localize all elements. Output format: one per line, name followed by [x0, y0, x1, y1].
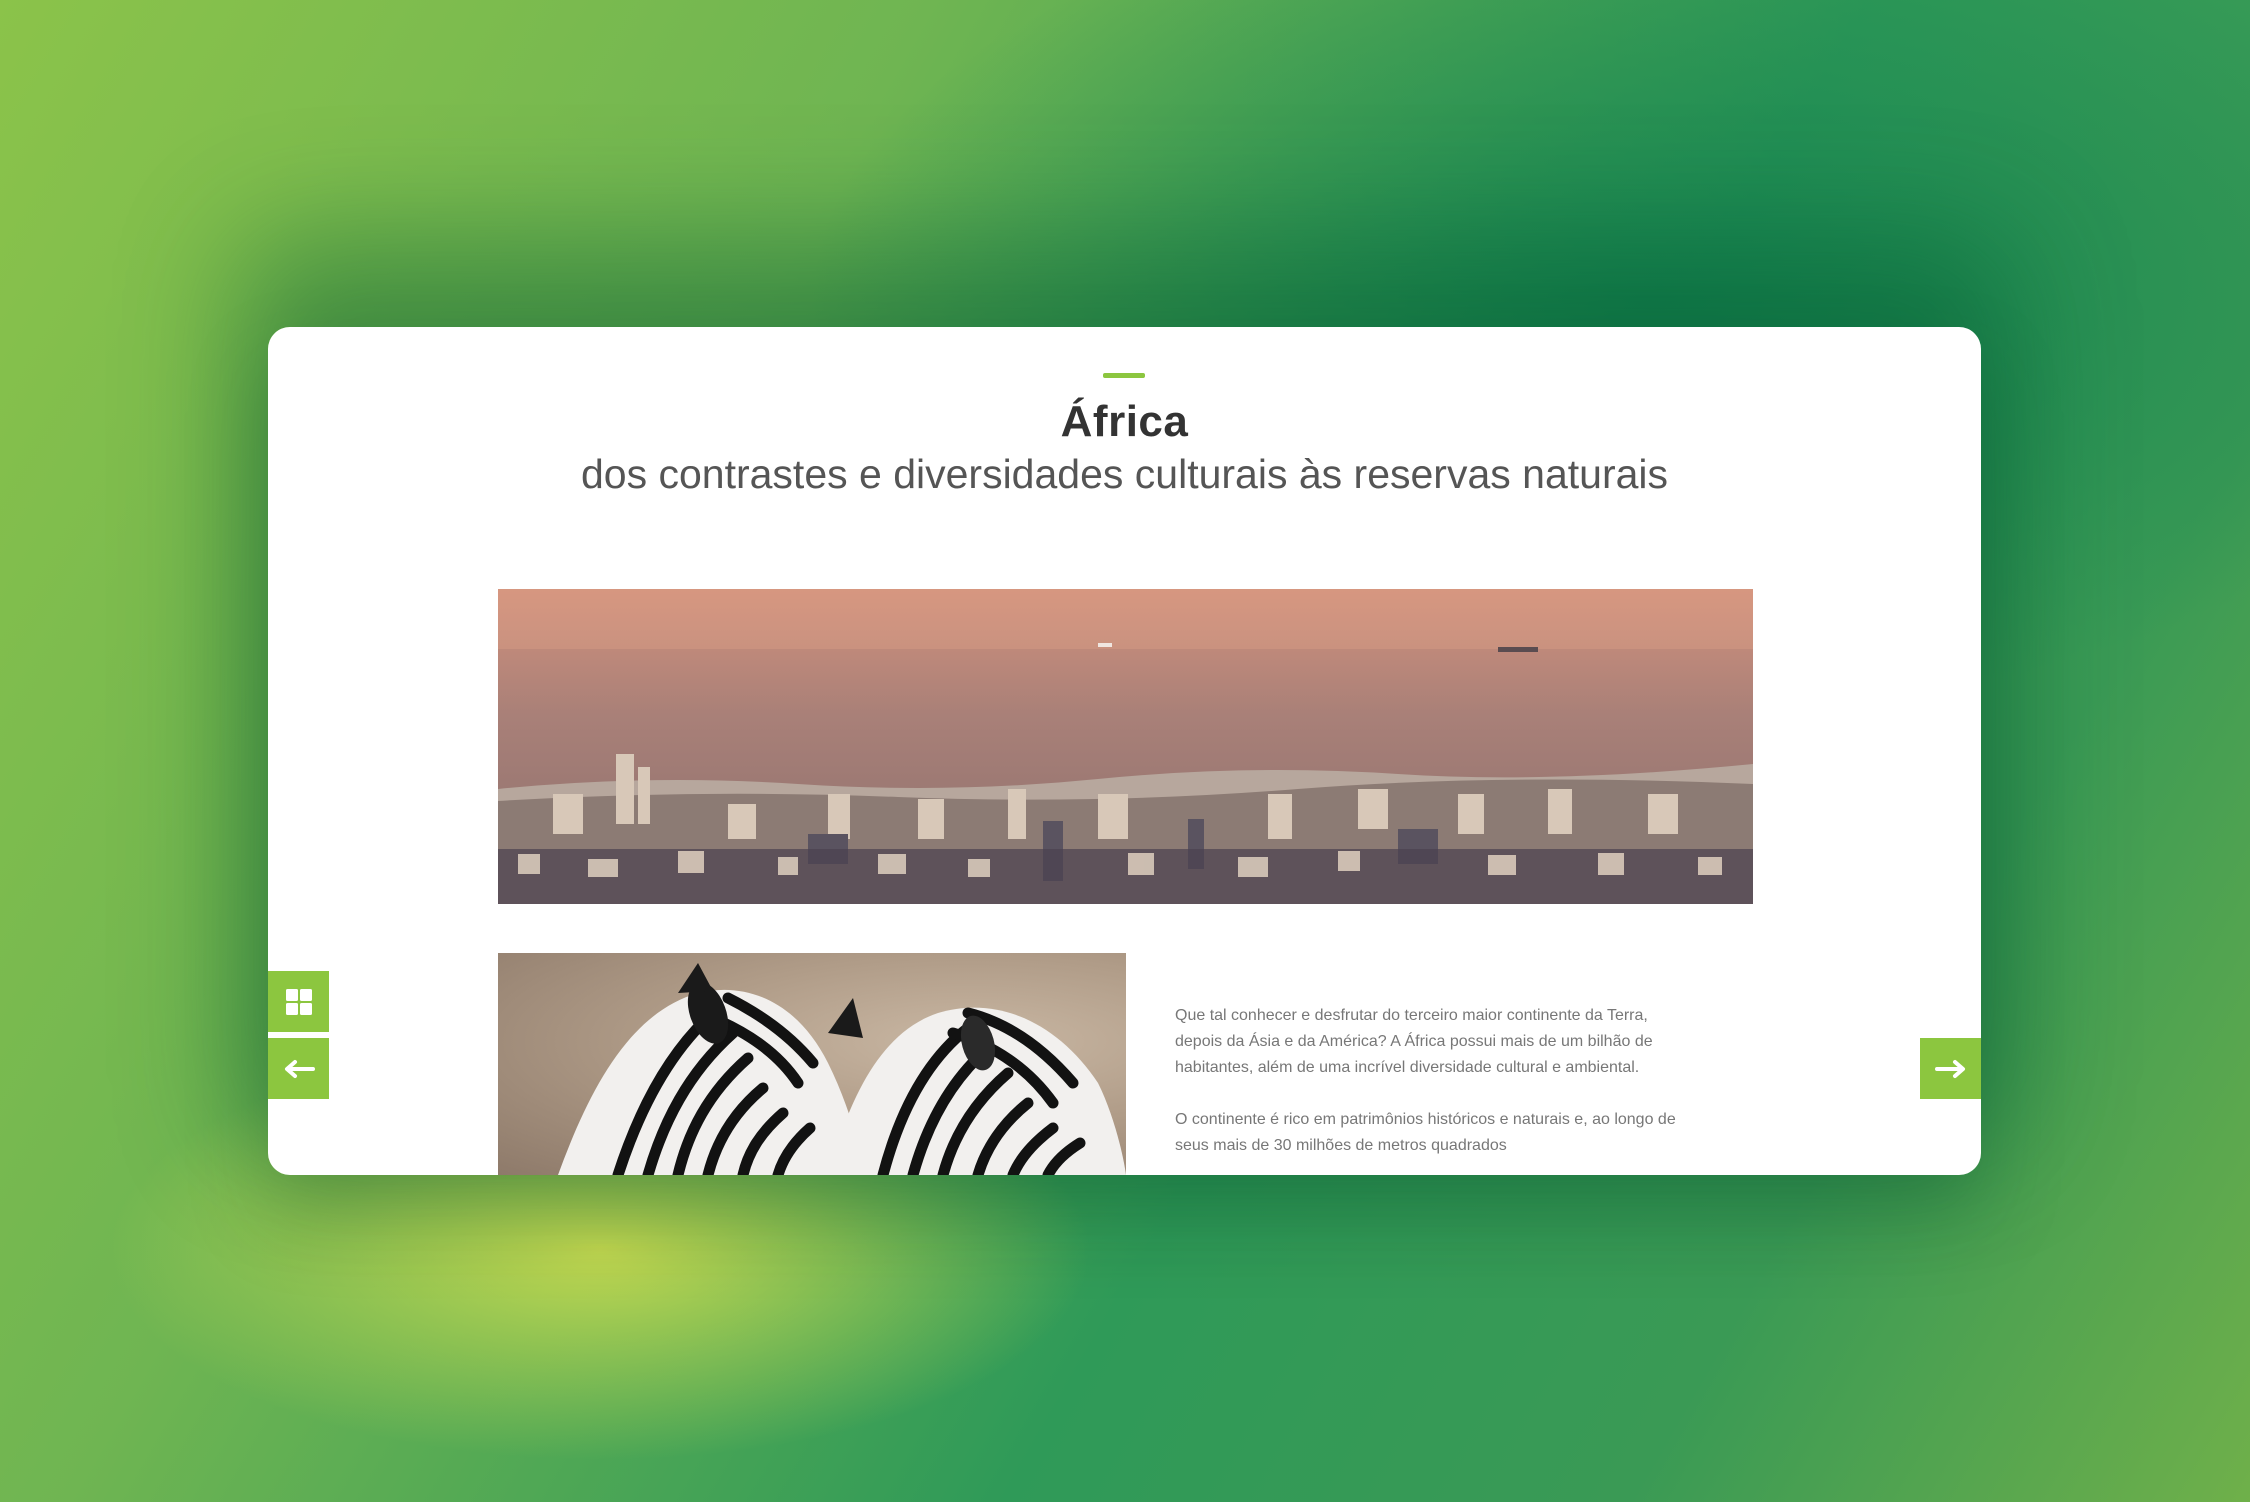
arrow-left-icon	[284, 1059, 315, 1078]
title-accent-bar	[1103, 373, 1145, 378]
coastal-city-image	[498, 589, 1753, 904]
next-slide-button[interactable]	[1920, 1038, 1981, 1099]
zebras-image	[498, 953, 1126, 1175]
page-subtitle: dos contrastes e diversidades culturais …	[580, 451, 1669, 497]
grid-icon	[285, 988, 312, 1015]
arrow-right-icon	[1934, 1059, 1965, 1078]
description-paragraph-1: Que tal conhecer e desfrutar do terceiro…	[1175, 1007, 1653, 1076]
description-paragraph-2: O continente é rico em patrimônios histó…	[1175, 1111, 1676, 1154]
slide-card: África dos contrastes e diversidades cul…	[268, 327, 1981, 1175]
grid-view-button[interactable]	[268, 971, 329, 1032]
page-title: África	[1060, 397, 1189, 446]
description-text: Que tal conhecer e desfrutar do terceiro…	[1175, 1003, 1685, 1175]
previous-slide-button[interactable]	[268, 1038, 329, 1099]
